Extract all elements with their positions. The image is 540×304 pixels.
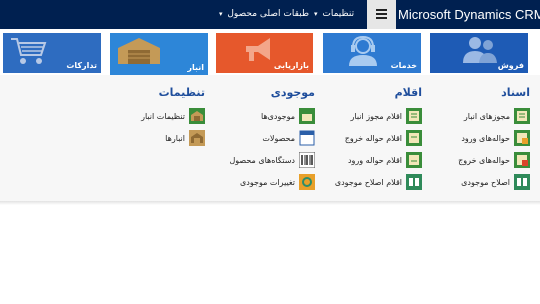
- group-items: اقلام اقلام مجوز انبار اقلام حواله خروج …: [330, 86, 422, 193]
- chevron-down-icon: ▾: [219, 10, 223, 18]
- adjust-lines-icon: [406, 174, 422, 190]
- link-label: انبارها: [165, 133, 185, 143]
- exit-slip-icon: [514, 152, 530, 168]
- link-permit-items[interactable]: اقلام مجوز انبار: [330, 105, 422, 127]
- nav-product-families-label: طبقات اصلی محصول: [227, 9, 310, 19]
- link-label: اقلام اصلاح موجودی: [334, 177, 402, 187]
- link-label: دستگاه‌های محصول: [229, 155, 295, 165]
- group-settings-title: تنظیمات: [158, 86, 205, 99]
- tile-marketing-label: بازاریابی: [273, 61, 309, 70]
- link-label: اصلاح موجودی: [461, 177, 510, 187]
- link-exit-items[interactable]: اقلام حواله خروج: [330, 127, 422, 149]
- nav-product-families[interactable]: ▾ طبقات اصلی محصول: [219, 0, 309, 29]
- tile-sales[interactable]: فروش: [430, 33, 528, 73]
- nav-settings[interactable]: ▾ تنظیمات: [314, 0, 354, 29]
- link-label: حواله‌های ورود: [461, 133, 510, 143]
- link-label: اقلام حواله ورود: [347, 155, 402, 165]
- tile-procurement-label: تدارکات: [66, 61, 97, 70]
- entry-lines-icon: [406, 152, 422, 168]
- warehouse-icon: [118, 38, 160, 64]
- link-label: مجوزهای انبار: [463, 111, 510, 121]
- adjust-icon: [514, 174, 530, 190]
- link-warehouse-permits[interactable]: مجوزهای انبار: [440, 105, 530, 127]
- tile-service[interactable]: خدمات: [323, 33, 421, 73]
- menu-line: [376, 17, 387, 19]
- menu-line: [376, 13, 387, 15]
- link-adjustment-items[interactable]: اقلام اصلاح موجودی: [330, 171, 422, 193]
- link-entry-items[interactable]: اقلام حواله ورود: [330, 149, 422, 171]
- tile-marketing[interactable]: بازاریابی: [216, 33, 313, 73]
- link-products[interactable]: محصولات: [220, 127, 315, 149]
- warehouse-settings-icon: [189, 108, 205, 124]
- people-icon: [463, 37, 497, 63]
- link-product-devices[interactable]: دستگاه‌های محصول: [220, 149, 315, 171]
- group-inventory-title: موجودی: [270, 86, 315, 99]
- entry-slip-icon: [514, 130, 530, 146]
- group-items-title: اقلام: [394, 86, 422, 99]
- headset-icon: [349, 35, 377, 66]
- tile-sales-label: فروش: [497, 61, 524, 70]
- stock-icon: [299, 108, 315, 124]
- nav-settings-label: تنظیمات: [322, 9, 355, 19]
- link-label: تنظیمات انبار: [141, 111, 185, 121]
- area-tiles: فروش خدمات بازاریابی انبار تدارکات: [0, 29, 540, 75]
- link-warehouse-settings[interactable]: تنظیمات انبار: [110, 105, 205, 127]
- group-documents-title: اسناد: [501, 86, 530, 99]
- panel-shadow: [0, 201, 540, 205]
- chevron-down-icon: ▾: [314, 10, 318, 18]
- link-label: تغییرات موجودی: [240, 177, 295, 187]
- app-brand[interactable]: Microsoft Dynamics CRM: [398, 0, 540, 29]
- link-label: اقلام مجوز انبار: [350, 111, 402, 121]
- group-settings: تنظیمات تنظیمات انبار انبارها: [110, 86, 205, 149]
- exit-lines-icon: [406, 130, 422, 146]
- link-label: محصولات: [262, 133, 295, 143]
- warehouses-icon: [189, 130, 205, 146]
- group-documents: اسناد مجوزهای انبار حواله‌های ورود حواله…: [440, 86, 530, 193]
- link-stock[interactable]: موجودی‌ها: [220, 105, 315, 127]
- group-inventory: موجودی موجودی‌ها محصولات دستگاه‌های محصو…: [220, 86, 315, 193]
- products-icon: [299, 130, 315, 146]
- link-label: حواله‌های خروج: [458, 155, 510, 165]
- megaphone-icon: [246, 38, 270, 61]
- barcode-icon: [299, 152, 315, 168]
- tile-warehouse-label: انبار: [187, 63, 204, 72]
- permit-icon: [514, 108, 530, 124]
- tile-service-label: خدمات: [390, 61, 417, 70]
- tile-procurement[interactable]: تدارکات: [3, 33, 101, 73]
- site-map-menu-button[interactable]: [367, 0, 396, 29]
- link-inventory-changes[interactable]: تغییرات موجودی: [220, 171, 315, 193]
- link-entry-slips[interactable]: حواله‌های ورود: [440, 127, 530, 149]
- top-navigation-bar: ▾ طبقات اصلی محصول ▾ تنظیمات Microsoft D…: [0, 0, 540, 29]
- cart-icon: [11, 38, 47, 64]
- link-label: موجودی‌ها: [261, 111, 295, 121]
- tile-warehouse[interactable]: انبار: [110, 33, 208, 75]
- link-label: اقلام حواله خروج: [344, 133, 402, 143]
- link-inventory-adjustments[interactable]: اصلاح موجودی: [440, 171, 530, 193]
- changes-icon: [299, 174, 315, 190]
- permit-lines-icon: [406, 108, 422, 124]
- link-warehouses[interactable]: انبارها: [110, 127, 205, 149]
- menu-line: [376, 9, 387, 11]
- link-exit-slips[interactable]: حواله‌های خروج: [440, 149, 530, 171]
